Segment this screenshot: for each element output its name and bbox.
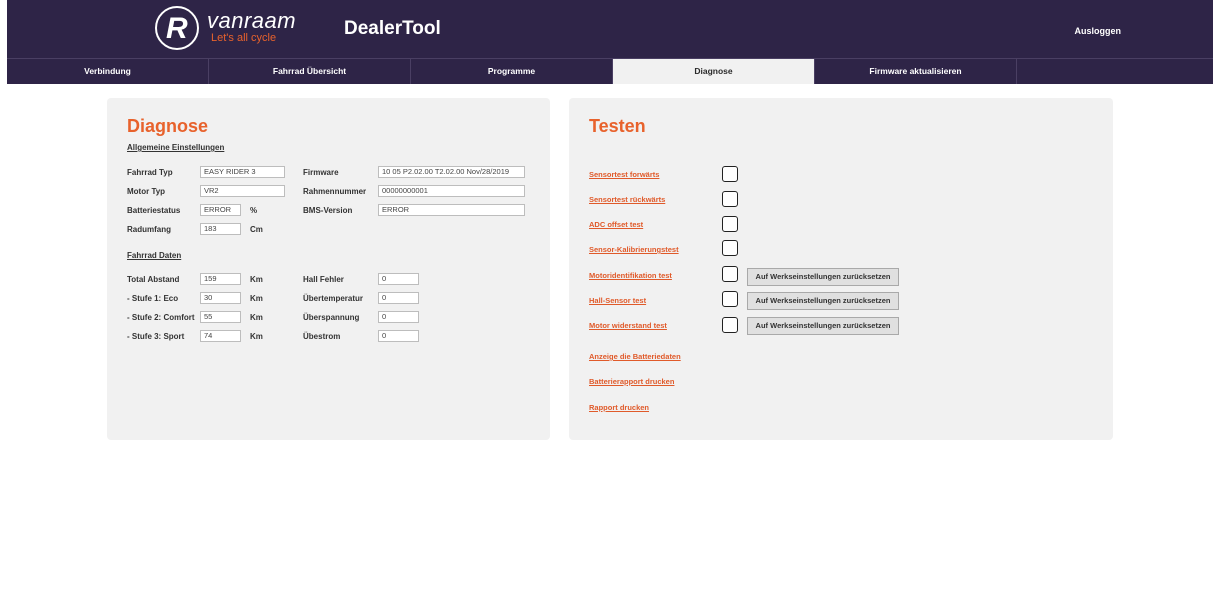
stufe1-field[interactable]: 30: [200, 292, 241, 304]
sensortest-rueckwaerts-checkbox[interactable]: [722, 191, 738, 207]
testen-panel: Testen Sensortest forwärts Sensortest rü…: [569, 98, 1113, 440]
tab-programme[interactable]: Programme: [411, 59, 613, 84]
app-window: R vanraam Let's all cycle DealerTool Aus…: [7, 0, 1213, 615]
sensortest-forwaerts-checkbox[interactable]: [722, 166, 738, 182]
stufe3-label: - Stufe 3: Sport: [127, 332, 185, 341]
radumfang-unit: Cm: [250, 225, 263, 234]
total-abstand-unit: Km: [250, 275, 263, 284]
total-abstand-field[interactable]: 159: [200, 273, 241, 285]
motor-widerstand-test-link[interactable]: Motor widerstand test: [589, 321, 667, 330]
sensortest-forwaerts-link[interactable]: Sensortest forwärts: [589, 170, 659, 179]
hall-fehler-label: Hall Fehler: [303, 275, 344, 284]
general-settings-heading: Allgemeine Einstellungen: [127, 143, 225, 152]
hall-sensor-test-checkbox[interactable]: [722, 291, 738, 307]
ueberspannung-label: Überspannung: [303, 313, 360, 322]
adc-offset-test-link[interactable]: ADC offset test: [589, 220, 643, 229]
logo-tagline: Let's all cycle: [211, 32, 277, 44]
vanraam-logo: R vanraam Let's all cycle: [155, 6, 305, 52]
motor-widerstand-test-checkbox[interactable]: [722, 317, 738, 333]
hall-fehler-field[interactable]: 0: [378, 273, 419, 285]
stufe3-field[interactable]: 74: [200, 330, 241, 342]
testen-title: Testen: [589, 116, 646, 136]
diagnose-panel: Diagnose Allgemeine Einstellungen Fahrra…: [107, 98, 550, 440]
bms-version-label: BMS-Version: [303, 206, 353, 215]
fahrrad-typ-label: Fahrrad Typ: [127, 168, 173, 177]
diagnose-title: Diagnose: [127, 116, 209, 136]
sensor-kalibrierungstest-checkbox[interactable]: [722, 240, 738, 256]
adc-offset-test-checkbox[interactable]: [722, 216, 738, 232]
stufe3-unit: Km: [250, 332, 263, 341]
sensor-kalibrierungstest-link[interactable]: Sensor-Kalibrierungstest: [589, 245, 679, 254]
batteriestatus-label: Batteriestatus: [127, 206, 181, 215]
tab-verbindung[interactable]: Verbindung: [7, 59, 209, 84]
tab-fahrrad-uebersicht[interactable]: Fahrrad Übersicht: [209, 59, 411, 84]
hall-sensor-reset-button[interactable]: Auf Werkseinstellungen zurücksetzen: [747, 292, 899, 310]
uebertemperatur-field[interactable]: 0: [378, 292, 419, 304]
firmware-label: Firmware: [303, 168, 339, 177]
motor-widerstand-reset-button[interactable]: Auf Werkseinstellungen zurücksetzen: [747, 317, 899, 335]
motoridentifikation-test-checkbox[interactable]: [722, 266, 738, 282]
hall-sensor-test-link[interactable]: Hall-Sensor test: [589, 296, 646, 305]
motoridentifikation-reset-button[interactable]: Auf Werkseinstellungen zurücksetzen: [747, 268, 899, 286]
stufe1-label: - Stufe 1: Eco: [127, 294, 179, 303]
uebestrom-field[interactable]: 0: [378, 330, 419, 342]
total-abstand-label: Total Abstand: [127, 275, 180, 284]
motor-typ-field[interactable]: VR2: [200, 185, 285, 197]
logo-r-icon: R: [155, 6, 199, 50]
tab-bar-spacer: [1017, 59, 1213, 84]
app-header: R vanraam Let's all cycle DealerTool Aus…: [7, 0, 1213, 58]
batteriestatus-field[interactable]: ERROR: [200, 204, 241, 216]
bike-data-heading: Fahrrad Daten: [127, 251, 182, 260]
logo-name: vanraam: [207, 8, 297, 33]
app-title: DealerTool: [344, 18, 441, 39]
radumfang-field[interactable]: 183: [200, 223, 241, 235]
battery-data-link[interactable]: Anzeige die Batteriedaten: [589, 352, 681, 361]
stufe1-unit: Km: [250, 294, 263, 303]
motoridentifikation-test-link[interactable]: Motoridentifikation test: [589, 271, 672, 280]
uebestrom-label: Übestrom: [303, 332, 341, 341]
fahrrad-typ-field[interactable]: EASY RIDER 3: [200, 166, 285, 178]
bms-version-field[interactable]: ERROR: [378, 204, 525, 216]
tab-diagnose[interactable]: Diagnose: [613, 59, 815, 84]
batteriestatus-unit: %: [250, 206, 258, 215]
stufe2-unit: Km: [250, 313, 263, 322]
logout-button[interactable]: Ausloggen: [1075, 26, 1122, 36]
main-tab-bar: Verbindung Fahrrad Übersicht Programme D…: [7, 58, 1213, 84]
rahmennummer-field[interactable]: 00000000001: [378, 185, 525, 197]
tab-firmware-aktualisieren[interactable]: Firmware aktualisieren: [815, 59, 1017, 84]
ueberspannung-field[interactable]: 0: [378, 311, 419, 323]
sensortest-rueckwaerts-link[interactable]: Sensortest rückwärts: [589, 195, 665, 204]
stufe2-label: - Stufe 2: Comfort: [127, 313, 195, 322]
battery-report-print-link[interactable]: Batterierapport drucken: [589, 377, 674, 386]
rahmennummer-label: Rahmennummer: [303, 187, 367, 196]
radumfang-label: Radumfang: [127, 225, 171, 234]
report-print-link[interactable]: Rapport drucken: [589, 403, 649, 412]
firmware-field[interactable]: 10 05 P2.02.00 T2.02.00 Nov/28/2019: [378, 166, 525, 178]
uebertemperatur-label: Übertemperatur: [303, 294, 364, 303]
motor-typ-label: Motor Typ: [127, 187, 166, 196]
stufe2-field[interactable]: 55: [200, 311, 241, 323]
